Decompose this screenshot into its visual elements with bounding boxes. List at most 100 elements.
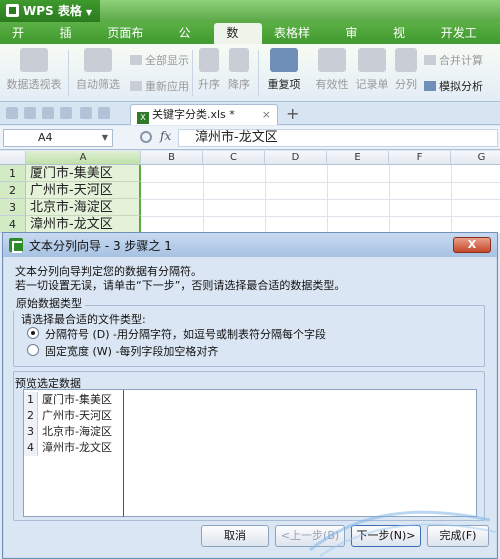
close-button[interactable]: X [453,237,491,253]
column-header[interactable]: F [389,151,451,165]
function-icon[interactable]: fx [160,129,171,143]
formula-input[interactable]: 漳州市-龙文区 [178,129,498,147]
preview-row: 2 广州市-天河区 [24,408,124,424]
merge-calculation-label: 合并计算 [439,54,483,67]
delimited-label[interactable]: 分隔符号 (D) -用分隔字符，如逗号或制表符分隔每个字段 [45,326,326,342]
row-header[interactable]: 4 [0,216,26,233]
save-icon[interactable] [24,107,36,119]
name-box-value: A4 [38,131,53,144]
column-header[interactable]: C [203,151,265,165]
merge-calculation-button[interactable]: 合并计算 [424,52,483,68]
validity-button[interactable]: 有效性 [312,48,352,92]
zoom-icon[interactable] [140,131,152,143]
show-all-icon [130,55,142,65]
preview-row-text: 广州市-天河区 [42,409,112,422]
validity-label: 有效性 [315,78,349,91]
chevron-down-icon: ▼ [85,8,93,17]
reapply-icon [130,81,142,91]
column-header[interactable]: A [26,151,141,165]
tab-insert[interactable]: 插入 [48,22,96,62]
filter-icon [84,48,112,72]
preview-row: 3 北京市-海淀区 [24,424,124,440]
undo-icon[interactable] [80,107,92,119]
column-header[interactable]: B [141,151,203,165]
row-header[interactable]: 3 [0,199,26,216]
pivot-table-button[interactable]: 数据透视表 [4,48,64,92]
tab-review[interactable]: 审阅 [333,22,381,62]
preview-row-number: 2 [24,408,38,424]
grid-line [141,199,500,200]
preview-list[interactable]: 1 厦门市-集美区 2 广州市-天河区 3 北京市-海淀区 4 漳州市-龙文区 [23,389,477,517]
print-icon[interactable] [42,107,54,119]
chevron-down-icon[interactable]: ▼ [102,130,108,146]
column-divider [123,390,124,517]
row-header[interactable]: 1 [0,165,26,182]
text-to-columns-icon [395,48,417,72]
cell-a2[interactable]: 广州市-天河区 [26,182,141,199]
ribbon-separator [192,50,193,96]
what-if-analysis-label: 模拟分析 [439,80,483,93]
autofilter-button[interactable]: 自动筛选 [72,48,124,92]
dialog-title-bar[interactable]: 文本分列向导 - 3 步骤之 1 X [3,233,497,257]
dialog-title: 文本分列向导 - 3 步骤之 1 [29,239,172,253]
cell-a3[interactable]: 北京市-海淀区 [26,199,141,216]
reapply-button[interactable]: 重新应用 [130,78,189,94]
duplicates-button[interactable]: 重复项 [262,48,306,92]
grid-line [141,182,500,183]
cancel-button[interactable]: 取消 [201,525,269,547]
sort-ascending-button[interactable]: 升序 [196,48,222,92]
cell-a4[interactable]: 漳州市-龙文区 [26,216,141,233]
select-all-corner[interactable] [0,151,26,165]
tab-view[interactable]: 视图 [381,22,429,62]
preview-row: 4 漳州市-龙文区 [24,440,124,456]
record-form-button[interactable]: 记录单 [354,48,390,92]
tab-data[interactable]: 数据 [214,23,263,61]
fixed-width-radio[interactable] [27,344,39,356]
back-button[interactable]: <上一步(B) [275,525,345,547]
tab-table-style[interactable]: 表格样式 [262,22,333,62]
what-if-analysis-icon [424,81,436,91]
fixed-width-label[interactable]: 固定宽度 (W) -每列字段加空格对齐 [45,343,218,359]
tab-formulas[interactable]: 公式 [167,22,215,62]
redo-icon[interactable] [98,107,110,119]
reapply-label: 重新应用 [145,80,189,93]
autofilter-label: 自动筛选 [76,78,120,91]
app-menu-button[interactable]: WPS 表格 ▼ [0,0,100,22]
preview-row-text: 漳州市-龙文区 [42,441,112,454]
sort-ascending-label: 升序 [198,78,220,91]
document-tab[interactable]: X 关键字分类.xls * × [130,104,278,125]
new-tab-icon[interactable]: + [286,104,299,123]
tab-page-layout[interactable]: 页面布局 [95,22,166,62]
file-type-label: 请选择最合适的文件类型: [21,313,146,326]
name-box[interactable]: A4 ▼ [3,129,113,147]
grid-line [141,216,500,217]
app-name: WPS 表格 [23,4,82,18]
what-if-analysis-button[interactable]: 模拟分析 [424,78,483,94]
ribbon-toolbar: 数据透视表 自动筛选 全部显示 重新应用 升序 降序 重复项 有效性 记录单 分… [0,44,500,102]
ribbon-tabs: 开始 插入 页面布局 公式 数据 表格样式 审阅 视图 开发工具 [0,22,500,62]
duplicates-icon [270,48,298,72]
column-header[interactable]: E [327,151,389,165]
column-header[interactable]: D [265,151,327,165]
column-header[interactable]: G [451,151,500,165]
next-button[interactable]: 下一步(N)> [351,525,421,547]
open-icon[interactable] [6,107,18,119]
preview-row-text: 厦门市-集美区 [42,393,112,406]
close-tab-icon[interactable]: × [262,105,271,125]
print-preview-icon[interactable] [60,107,72,119]
show-all-label: 全部显示 [145,54,189,67]
record-form-icon [358,48,386,72]
pivot-table-icon [20,48,48,72]
text-to-columns-button[interactable]: 分列 [392,48,420,92]
data-type-group-title: 原始数据类型 [13,295,85,311]
cell-a1[interactable]: 厦门市-集美区 [26,165,141,182]
tab-home[interactable]: 开始 [0,22,48,62]
row-header[interactable]: 2 [0,182,26,199]
preview-row-number: 3 [24,424,38,440]
finish-button[interactable]: 完成(F) [427,525,489,547]
sort-descending-button[interactable]: 降序 [226,48,252,92]
show-all-button[interactable]: 全部显示 [130,52,189,68]
tab-developer[interactable]: 开发工具 [429,22,500,62]
delimited-radio[interactable] [27,327,39,339]
text-to-columns-label: 分列 [395,78,417,91]
